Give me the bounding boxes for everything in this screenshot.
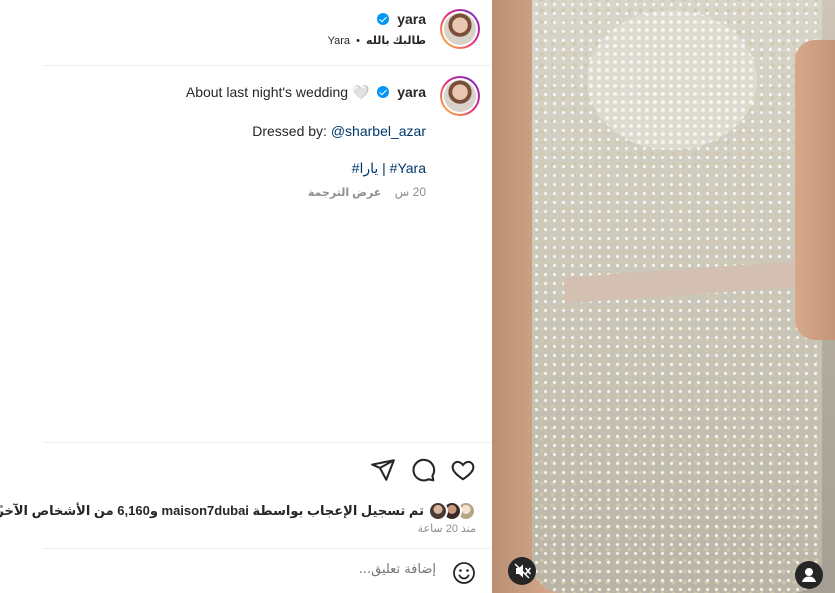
audio-row: طالبك بالله • Yara: [328, 34, 426, 47]
caption-meta: 20 س عرض الترجمة: [298, 185, 426, 199]
audio-artist[interactable]: Yara: [328, 35, 350, 47]
see-translation-button[interactable]: عرض الترجمة: [308, 187, 381, 199]
verified-badge-icon: [377, 86, 390, 98]
post-details-panel: yara طالبك بالله • Yara About last night…: [0, 0, 492, 593]
avatar-image: [444, 13, 476, 45]
author-username[interactable]: yara: [397, 11, 426, 27]
comment-bar: [43, 548, 492, 593]
heart-icon[interactable]: [450, 457, 476, 483]
emoji-icon[interactable]: [452, 561, 476, 585]
caption-avatar[interactable]: [440, 76, 480, 116]
caption-time: 20 س: [394, 185, 426, 199]
actions-section: تم تسجيل الإعجاب بواسطة maison7dubai و6,…: [0, 442, 492, 548]
comment-input[interactable]: [96, 562, 436, 577]
dressed-by-label: Dressed by:: [252, 123, 327, 139]
post-header: yara طالبك بالله • Yara: [43, 0, 492, 66]
send-icon[interactable]: [370, 457, 396, 483]
audio-title[interactable]: طالبك بالله: [366, 35, 426, 47]
muted-speaker-icon[interactable]: [508, 557, 536, 585]
separator-dot: •: [356, 35, 360, 47]
author-name-row: yara: [376, 11, 426, 29]
media-arm-right: [795, 40, 835, 340]
liker-avatar: [428, 501, 448, 521]
designer-mention-link[interactable]: @sharbel_azar: [331, 123, 426, 139]
user-tag-icon[interactable]: [795, 561, 823, 589]
comment-icon[interactable]: [410, 457, 436, 483]
caption-area: About last night's wedding 🤍 yara Dresse…: [43, 66, 492, 442]
avatar-image: [444, 80, 476, 112]
media-bow: [587, 10, 757, 150]
post-media[interactable]: [492, 0, 835, 593]
verified-badge-icon: [376, 13, 389, 25]
likes-summary[interactable]: تم تسجيل الإعجاب بواسطة maison7dubai و6,…: [0, 503, 424, 519]
author-avatar[interactable]: [440, 9, 480, 49]
dressed-by-line: Dressed by: @sharbel_azar: [252, 123, 426, 139]
caption-text: About last night's wedding 🤍: [185, 84, 370, 100]
caption-username[interactable]: yara: [397, 84, 426, 100]
likes-row: تم تسجيل الإعجاب بواسطة maison7dubai و6,…: [0, 499, 476, 523]
post-time[interactable]: منذ 20 ساعة: [418, 522, 476, 535]
hashtags-line[interactable]: #يارا | #Yara: [352, 160, 426, 177]
caption-first-line: About last night's wedding 🤍 yara: [186, 84, 426, 101]
